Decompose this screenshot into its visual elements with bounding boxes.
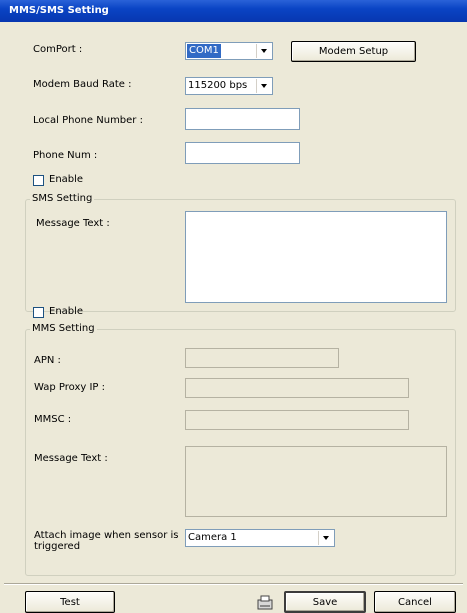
sms-message-label: Message Text :: [36, 218, 110, 229]
local-phone-input[interactable]: [185, 108, 300, 130]
sms-message-textarea[interactable]: [185, 211, 447, 303]
comport-value: COM1: [187, 44, 221, 58]
modem-setup-button[interactable]: Modem Setup: [291, 41, 416, 62]
mms-message-label: Message Text :: [34, 453, 108, 464]
camera-select[interactable]: Camera 1: [185, 529, 335, 547]
attach-image-label-line2: triggered: [34, 541, 81, 552]
camera-value: Camera 1: [188, 532, 237, 543]
window-title: MMS/SMS Setting: [9, 5, 109, 16]
baud-rate-label: Modem Baud Rate :: [33, 79, 132, 90]
apn-label: APN :: [34, 355, 61, 366]
window-titlebar: MMS/SMS Setting: [0, 0, 467, 22]
phone-num-label: Phone Num :: [33, 150, 98, 161]
save-button[interactable]: Save: [284, 591, 366, 613]
attach-image-label-line1: Attach image when sensor is: [34, 530, 179, 541]
wap-proxy-label: Wap Proxy IP :: [34, 382, 106, 393]
baud-rate-value: 115200 bps: [188, 80, 248, 91]
test-button[interactable]: Test: [25, 591, 115, 613]
baud-rate-select[interactable]: 115200 bps: [185, 77, 273, 95]
comport-select[interactable]: COM1: [185, 42, 273, 60]
mms-message-textarea[interactable]: [185, 446, 447, 517]
local-phone-label: Local Phone Number :: [33, 115, 143, 126]
floppy-disk-icon[interactable]: [256, 594, 274, 610]
mmsc-input[interactable]: [185, 410, 409, 430]
dialog-client-area: ComPort : COM1 Modem Setup Modem Baud Ra…: [4, 22, 463, 613]
mms-setting-group: MMS Setting APN : Wap Proxy IP : MMSC : …: [25, 323, 456, 576]
chevron-down-icon[interactable]: [256, 79, 271, 93]
mmsc-label: MMSC :: [34, 414, 72, 425]
sms-setting-group: SMS Setting Message Text :: [25, 193, 456, 312]
phone-num-input[interactable]: [185, 142, 300, 164]
chevron-down-icon[interactable]: [318, 531, 333, 545]
mms-enable-checkbox[interactable]: [33, 307, 44, 318]
cancel-button[interactable]: Cancel: [374, 591, 456, 613]
sms-setting-legend: SMS Setting: [30, 193, 95, 204]
wap-proxy-input[interactable]: [185, 378, 409, 398]
chevron-down-icon[interactable]: [256, 44, 271, 58]
comport-label: ComPort :: [33, 44, 83, 55]
sms-enable-checkbox[interactable]: [33, 175, 44, 186]
footer-separator: [4, 583, 463, 585]
sms-enable-label: Enable: [49, 174, 84, 185]
mms-enable-label: Enable: [49, 306, 84, 317]
apn-input[interactable]: [185, 348, 339, 368]
mms-setting-legend: MMS Setting: [30, 323, 97, 334]
